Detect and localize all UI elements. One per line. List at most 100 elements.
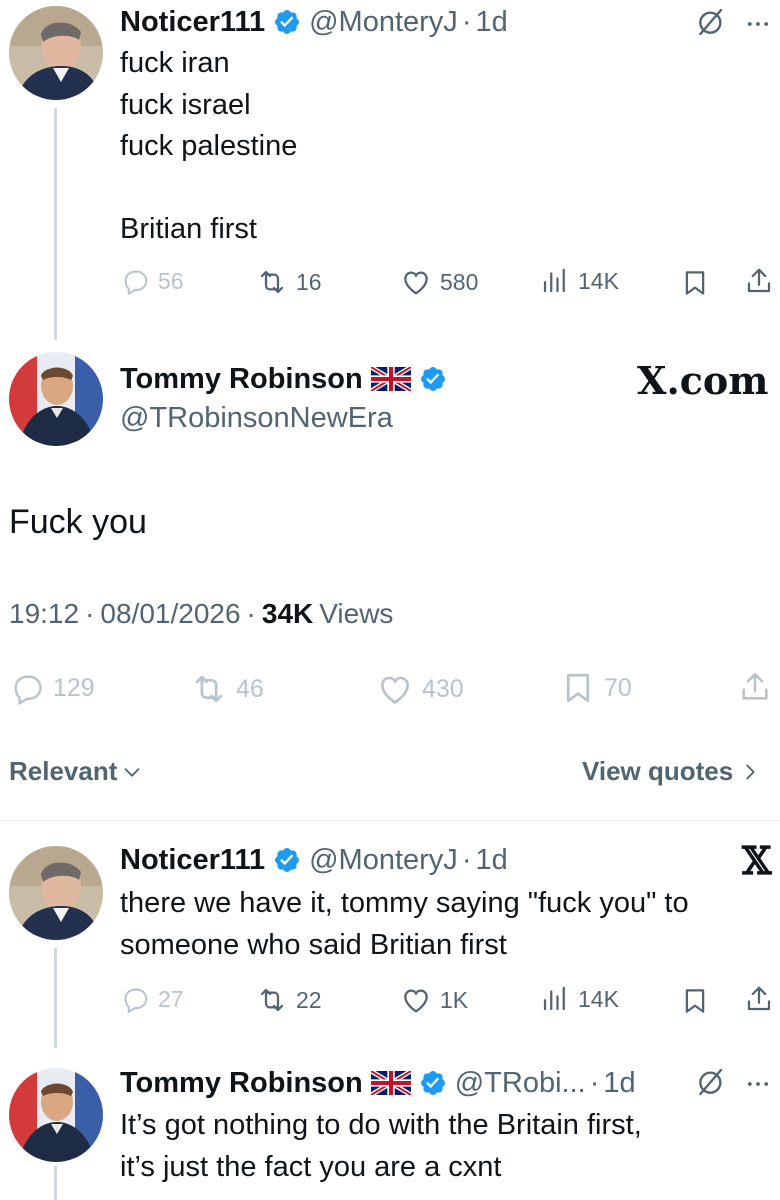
like-count: 1K bbox=[440, 986, 469, 1013]
avatar[interactable] bbox=[9, 352, 103, 446]
avatar[interactable] bbox=[9, 6, 103, 100]
repost-count: 22 bbox=[296, 986, 322, 1013]
tweet-date[interactable]: 08/01/2026 bbox=[100, 598, 240, 630]
repost-button[interactable]: 16 bbox=[256, 266, 322, 298]
x-logo-icon: 𝕏 bbox=[742, 838, 772, 883]
more-options-icon[interactable] bbox=[744, 10, 772, 38]
views-icon bbox=[540, 984, 570, 1014]
repost-button[interactable]: 22 bbox=[256, 984, 322, 1016]
user-handle[interactable]: @TRobinsonNewEra bbox=[120, 402, 393, 435]
reply-count: 129 bbox=[53, 673, 95, 702]
bookmark-icon[interactable] bbox=[680, 268, 710, 298]
chevron-right-icon bbox=[746, 764, 755, 779]
reply-icon bbox=[120, 266, 150, 296]
sort-label: Relevant bbox=[9, 756, 118, 786]
share-icon[interactable] bbox=[738, 670, 772, 704]
reply-icon bbox=[120, 984, 150, 1014]
reply-button[interactable]: 129 bbox=[9, 670, 95, 706]
views-label: Views bbox=[319, 598, 394, 629]
bookmark-icon[interactable] bbox=[680, 986, 710, 1016]
tweet-meta: 19:12 · 08/01/2026 · 34K Views bbox=[9, 598, 393, 630]
separator-dot: · bbox=[85, 598, 95, 629]
tweet-line: someone who said Britian first bbox=[120, 928, 507, 961]
tweet-line: fuck iran bbox=[120, 47, 230, 79]
view-quotes-link[interactable]: View quotes bbox=[582, 756, 761, 787]
thread-line bbox=[54, 948, 57, 1048]
bookmark-count: 70 bbox=[604, 673, 632, 702]
tweet-line: fuck israel bbox=[120, 88, 251, 121]
avatar[interactable] bbox=[9, 846, 103, 940]
share-icon[interactable] bbox=[744, 984, 774, 1014]
reply-button[interactable]: 27 bbox=[120, 984, 184, 1014]
like-count: 430 bbox=[422, 674, 464, 703]
repost-count: 46 bbox=[236, 674, 264, 703]
like-button[interactable]: 580 bbox=[400, 266, 478, 298]
separator-dot: · bbox=[461, 5, 472, 38]
verified-badge-icon bbox=[419, 1069, 447, 1097]
views-count: 34K bbox=[261, 598, 314, 629]
verified-badge-icon bbox=[419, 365, 447, 393]
tweet-line: It’s got nothing to do with the Britain … bbox=[120, 1109, 642, 1141]
repost-icon bbox=[256, 266, 288, 298]
tweet-text: Fuck you bbox=[9, 503, 147, 541]
uk-flag-icon bbox=[371, 366, 411, 392]
display-name[interactable]: Tommy Robinson bbox=[120, 363, 363, 396]
bookmark-icon bbox=[560, 670, 596, 706]
tweet-line: Britian first bbox=[120, 213, 257, 245]
uk-flag-icon bbox=[371, 1070, 411, 1096]
view-quotes-label: View quotes bbox=[582, 756, 734, 786]
chevron-down-icon bbox=[125, 767, 140, 777]
repost-count: 16 bbox=[296, 268, 322, 295]
avatar-image bbox=[9, 352, 103, 446]
share-icon[interactable] bbox=[744, 266, 774, 296]
repost-button[interactable]: 46 bbox=[190, 670, 264, 708]
verified-badge-icon bbox=[273, 8, 301, 36]
verified-badge-icon bbox=[273, 846, 301, 874]
tweet-line bbox=[120, 168, 760, 210]
tweet-header: Noticer111 @MonteryJ · 1d bbox=[120, 2, 508, 42]
x-watermark: X.com bbox=[637, 358, 769, 403]
user-handle[interactable]: @MonteryJ bbox=[309, 6, 458, 39]
reply-button[interactable]: 56 bbox=[120, 266, 184, 296]
views-button[interactable]: 14K bbox=[540, 984, 619, 1014]
tweet-text: It’s got nothing to do with the Britain … bbox=[120, 1105, 770, 1188]
like-icon bbox=[400, 984, 432, 1016]
reply-count: 27 bbox=[158, 985, 184, 1012]
avatar-image bbox=[9, 1068, 103, 1162]
grok-icon[interactable] bbox=[695, 1066, 727, 1098]
like-button[interactable]: 1K bbox=[400, 984, 468, 1016]
avatar[interactable] bbox=[9, 1068, 103, 1162]
thread-line bbox=[54, 108, 57, 340]
user-handle[interactable]: @TRobi... bbox=[455, 1067, 586, 1100]
display-name[interactable]: Tommy Robinson bbox=[120, 1067, 363, 1100]
separator-dot: · bbox=[246, 598, 256, 629]
like-button[interactable]: 430 bbox=[376, 670, 464, 708]
timestamp[interactable]: 1d bbox=[475, 844, 507, 877]
like-count: 580 bbox=[440, 268, 479, 295]
more-options-icon[interactable] bbox=[744, 1070, 772, 1098]
timestamp[interactable]: 1d bbox=[475, 6, 507, 39]
like-icon bbox=[376, 670, 414, 708]
user-handle[interactable]: @MonteryJ bbox=[309, 844, 458, 877]
avatar-image bbox=[9, 6, 103, 100]
tweet-time[interactable]: 19:12 bbox=[9, 598, 79, 630]
reply-icon bbox=[9, 670, 45, 706]
bookmark-button[interactable]: 70 bbox=[560, 670, 632, 706]
avatar-image bbox=[9, 846, 103, 940]
tweet-text: there we have it, tommy saying "fuck you… bbox=[120, 883, 770, 966]
display-name[interactable]: Noticer111 bbox=[120, 6, 265, 39]
views-button[interactable]: 14K bbox=[540, 266, 619, 296]
repost-icon bbox=[256, 984, 288, 1016]
display-name[interactable]: Noticer111 bbox=[120, 844, 265, 877]
views-count: 14K bbox=[578, 985, 619, 1012]
tweet-header: Tommy Robinson @TRobi... · 1d bbox=[120, 1062, 636, 1104]
divider bbox=[0, 820, 780, 821]
timestamp[interactable]: 1d bbox=[603, 1067, 635, 1100]
grok-icon[interactable] bbox=[695, 6, 727, 38]
tweet-line: it’s just the fact you are a cxnt bbox=[120, 1150, 502, 1183]
views-count: 14K bbox=[578, 267, 619, 294]
reply-count: 56 bbox=[158, 267, 184, 294]
sort-dropdown[interactable]: Relevant bbox=[9, 756, 143, 787]
tweet-header: Noticer111 @MonteryJ · 1d bbox=[120, 840, 508, 880]
tweet-line: there we have it, tommy saying "fuck you… bbox=[120, 887, 689, 919]
